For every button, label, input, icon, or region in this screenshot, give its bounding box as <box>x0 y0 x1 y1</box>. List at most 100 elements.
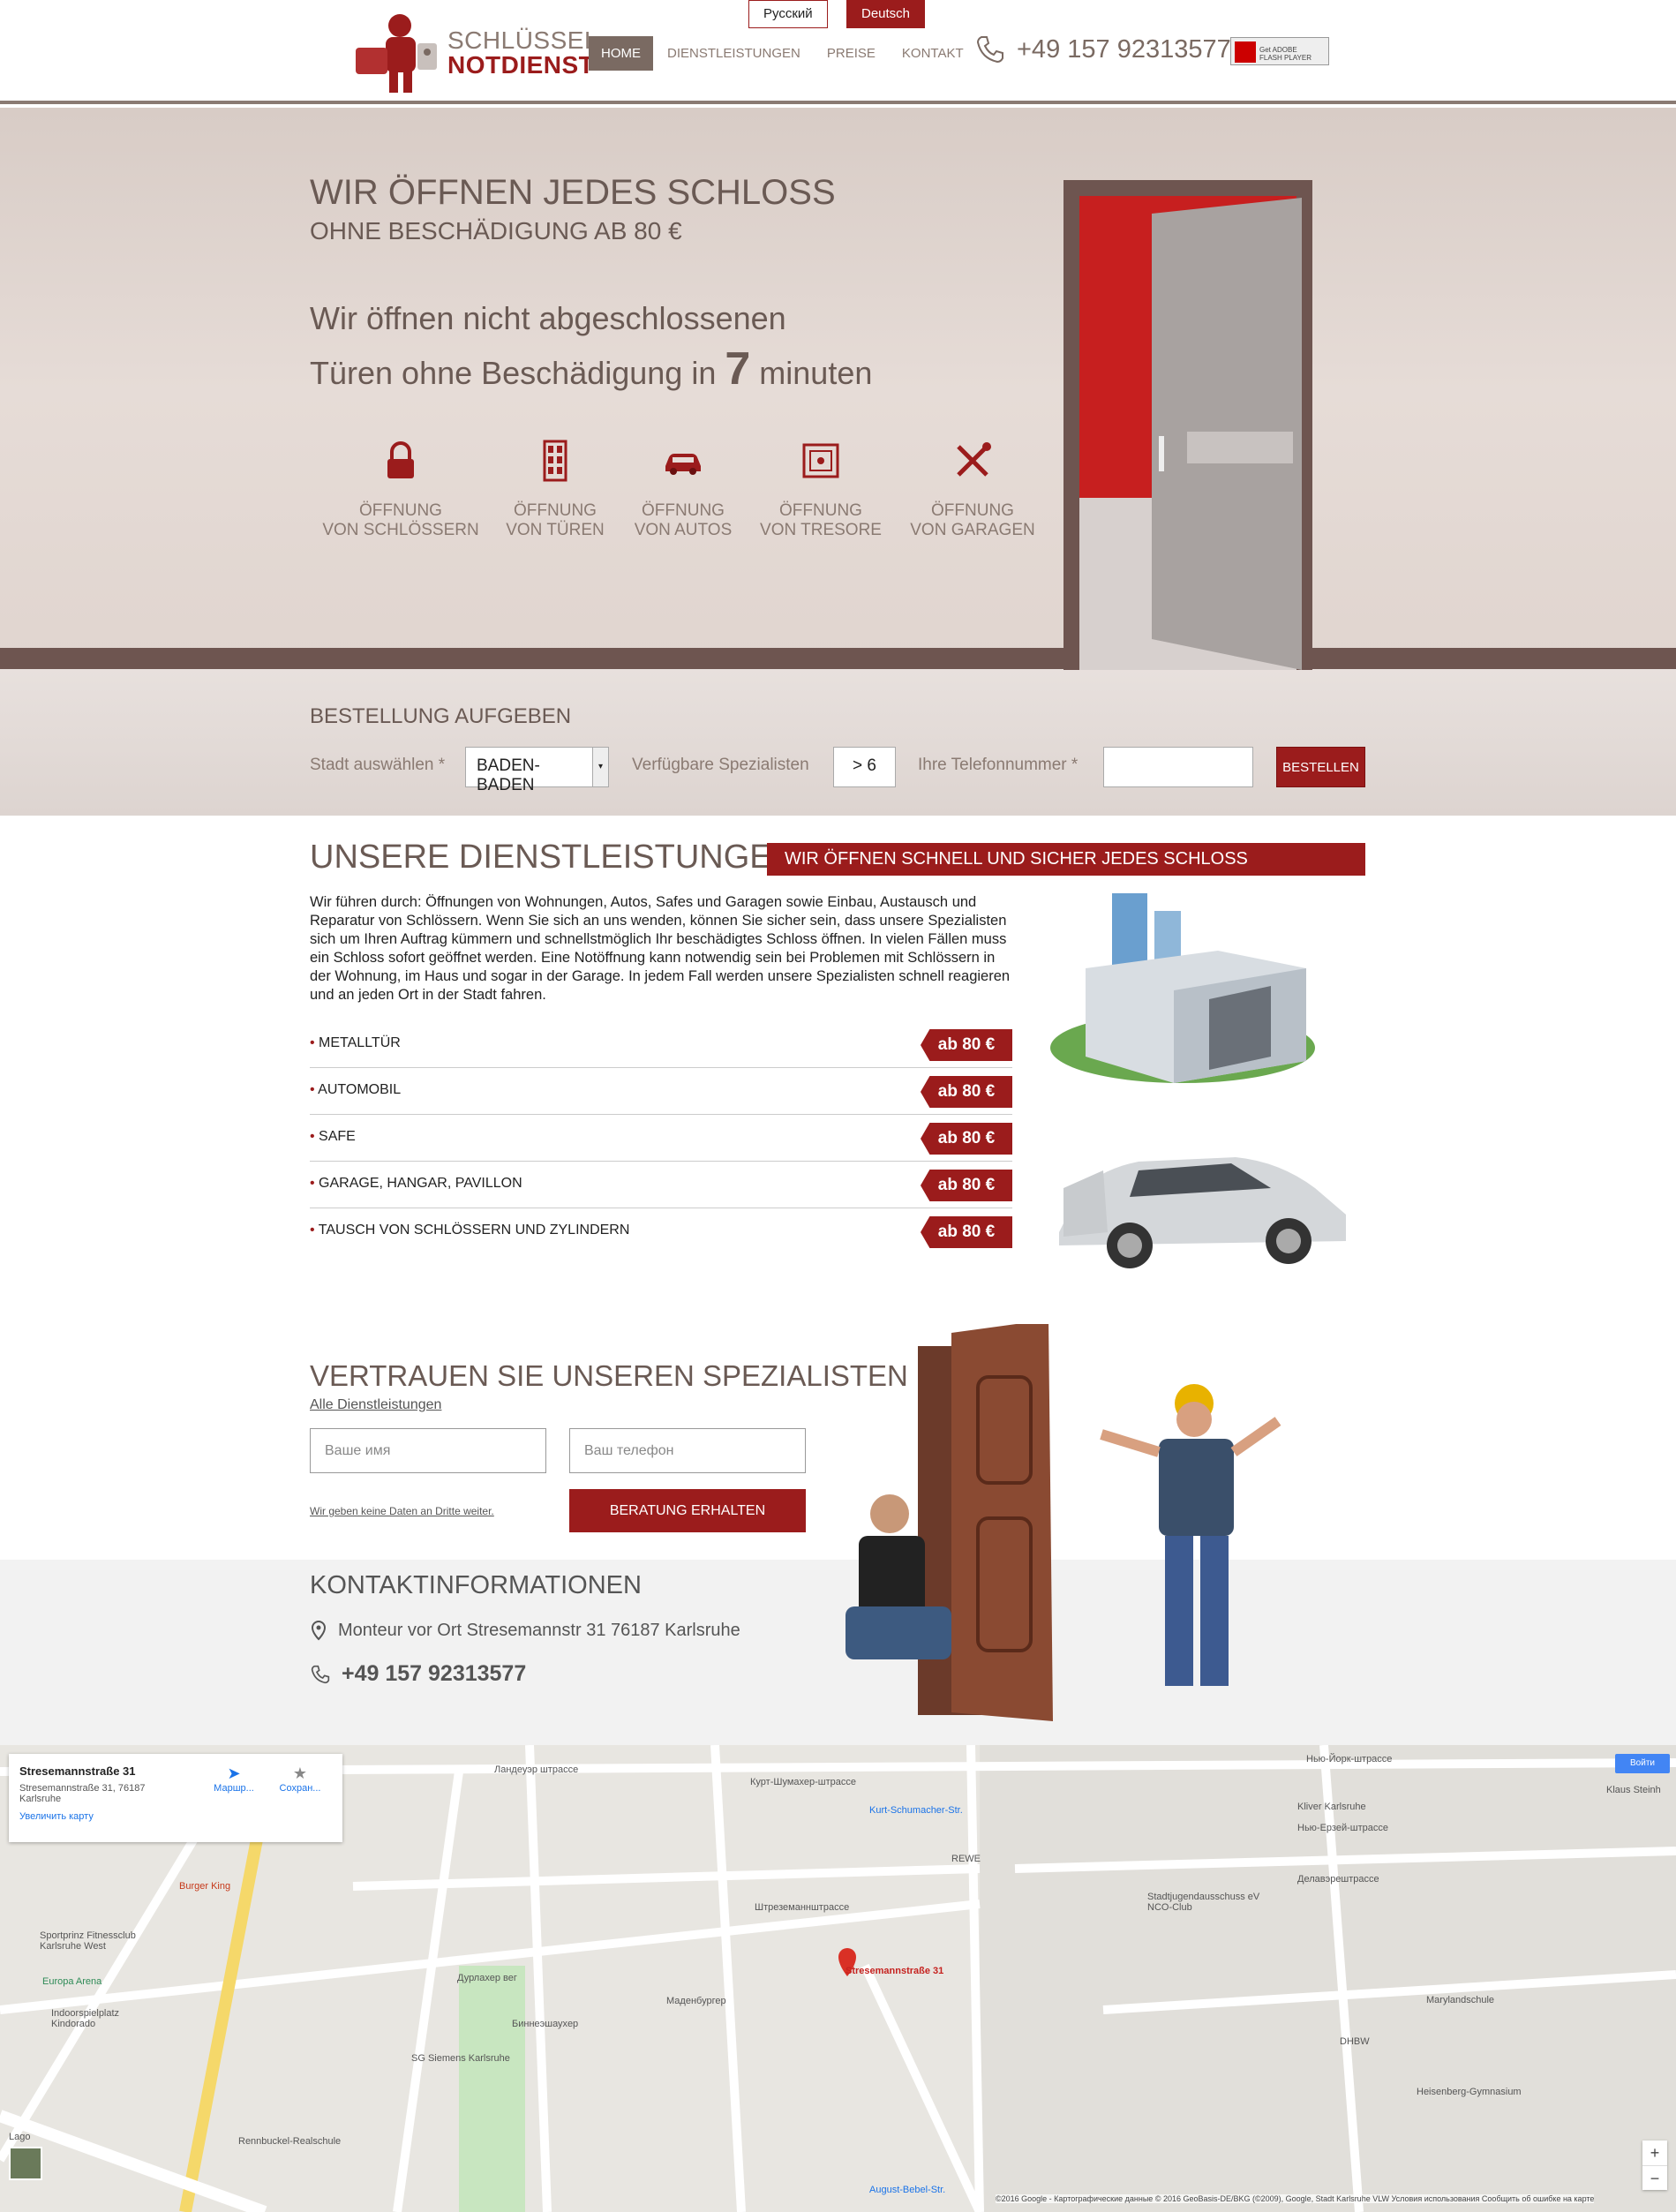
safe-icon <box>802 443 839 478</box>
lang-russian-button[interactable]: Русский <box>748 0 828 28</box>
nav-prices[interactable]: PREISE <box>815 36 888 71</box>
map-place: Burger King <box>179 1881 231 1892</box>
map-street: Делавэрештрассе <box>1297 1874 1379 1885</box>
locksmith-workers-illustration <box>846 1324 1281 1721</box>
consultation-button[interactable]: BERATUNG ERHALTEN <box>569 1489 806 1532</box>
services-description: Wir führen durch: Öffnungen von Wohnunge… <box>310 894 1011 1003</box>
service-price: ab 80 € <box>921 1170 1012 1201</box>
location-pin-icon <box>311 1620 327 1641</box>
hero-baseboard <box>0 648 1676 669</box>
service-name: SAFE <box>310 1129 356 1145</box>
phone-icon <box>311 1665 330 1683</box>
feature-garages[interactable]: ÖFFNUNG VON GARAGEN <box>893 440 1052 540</box>
order-title: BESTELLUNG AUFGEBEN <box>310 704 572 728</box>
feature-label: ÖFFNUNG <box>642 501 725 520</box>
map-street: Биннеэшаухер <box>512 2019 579 2029</box>
map-street: Штреземаннштрассе <box>755 1902 850 1913</box>
location-map[interactable]: Burger King Sportprinz Fitnessclub Karls… <box>0 1745 1676 2212</box>
name-input[interactable]: Ваше имя <box>310 1428 546 1473</box>
feature-autos[interactable]: ÖFFNUNG VON AUTOS <box>604 440 763 540</box>
specialists-label: Verfügbare Spezialisten <box>632 756 809 774</box>
order-button[interactable]: BESTELLEN <box>1276 747 1365 787</box>
city-select[interactable]: BADEN-BADEN ▾ <box>465 747 609 794</box>
map-place: Rennbuckel-Realschule <box>238 2136 342 2147</box>
tools-icon <box>957 442 991 477</box>
service-price: ab 80 € <box>921 1029 1012 1061</box>
hero-line2-pre: Türen ohne Beschädigung in <box>310 355 717 391</box>
service-row[interactable]: TAUSCH VON SCHLÖSSERN UND ZYLINDERN ab 8… <box>310 1208 1012 1255</box>
nav-contact[interactable]: KONTAKT <box>890 36 976 71</box>
flash-player-badge[interactable]: Get ADOBE FLASH PLAYER <box>1230 37 1329 65</box>
garage-illustration <box>1050 893 1315 1083</box>
feature-label: ÖFFNUNG <box>779 501 862 520</box>
logo[interactable]: SCHLÜSSEL NOTDIENST <box>347 12 598 96</box>
feature-label: VON AUTOS <box>634 521 733 539</box>
service-row[interactable]: SAFE ab 80 € <box>310 1115 1012 1162</box>
phone-icon <box>976 36 1003 64</box>
map-place: Europa Arena <box>42 1976 102 1987</box>
nav-services[interactable]: DIENSTLEISTUNGEN <box>655 36 813 71</box>
contact-address: Monteur vor Ort Stresemannstr 31 76187 K… <box>310 1620 740 1641</box>
signin-button[interactable]: Войти <box>1615 1754 1670 1773</box>
map-place: Marylandschule <box>1426 1995 1495 2005</box>
feature-locks[interactable]: ÖFFNUNG VON SCHLÖSSERN <box>321 440 480 540</box>
map-street: Курт-Шумахер-штрассе <box>750 1777 856 1787</box>
privacy-note[interactable]: Wir geben keine Daten an Dritte weiter. <box>310 1505 494 1517</box>
save-button[interactable]: ★ Сохран... <box>274 1764 327 1794</box>
zoom-controls: + − <box>1642 2141 1667 2190</box>
map-place: August-Bebel-Str. <box>869 2185 946 2195</box>
map-street: Дурлахер вег <box>457 1973 517 1983</box>
map-attribution: ©2016 Google - Картографические данные ©… <box>996 2194 1595 2203</box>
header-phone-number: +49 157 92313577 <box>1017 34 1231 64</box>
nav-home[interactable]: HOME <box>589 36 653 71</box>
zoom-out-button[interactable]: − <box>1642 2165 1667 2190</box>
open-door-illustration <box>1063 180 1312 670</box>
logo-line2: NOTDIENST <box>447 51 595 79</box>
order-phone-input[interactable] <box>1103 747 1253 787</box>
service-row[interactable]: AUTOMOBIL ab 80 € <box>310 1068 1012 1115</box>
service-row[interactable]: METALLTÜR ab 80 € <box>310 1021 1012 1068</box>
hero-line1: Wir öffnen nicht abgeschlossenen <box>310 300 786 336</box>
flash-badge-text: Get ADOBE FLASH PLAYER <box>1259 46 1311 62</box>
map-place: Heisenberg-Gymnasium <box>1417 2087 1522 2097</box>
layer-lago-label: Lago <box>9 2132 31 2142</box>
lang-german-button[interactable]: Deutsch <box>846 0 926 28</box>
service-price: ab 80 € <box>921 1216 1012 1248</box>
door-icon <box>543 440 567 482</box>
route-label: Маршр... <box>214 1783 254 1794</box>
specialists-count: > 6 <box>833 747 896 787</box>
map-street: Ландеуэр штрассе <box>494 1764 579 1775</box>
header-phone[interactable]: +49 157 92313577 <box>974 34 1231 65</box>
feature-label: ÖFFNUNG <box>359 501 442 520</box>
map-street: Нью-Ерзей-штрассе <box>1297 1823 1388 1833</box>
site-header: Русский Deutsch SCHLÜSSEL NOTDIENST HOME… <box>0 0 1676 104</box>
feature-label: VON TRESORE <box>760 521 882 539</box>
service-row[interactable]: GARAGE, HANGAR, PAVILLON ab 80 € <box>310 1162 1012 1208</box>
hero-minutes-number: 7 <box>725 343 751 395</box>
route-button[interactable]: ➤ Маршр... <box>207 1764 260 1794</box>
main-nav: HOME DIENSTLEISTUNGEN PREISE KONTAKT <box>589 36 978 71</box>
contact-address-text: Monteur vor Ort Stresemannstr 31 76187 K… <box>338 1620 740 1640</box>
car-illustration <box>1059 1157 1346 1268</box>
phone-label: Ihre Telefonnummer * <box>918 756 1079 774</box>
map-street: Нью-Йорк-штрассе <box>1306 1754 1393 1764</box>
enlarge-map-link[interactable]: Увеличить карту <box>19 1811 332 1822</box>
map-marker-label: Stresemannstraße 31 <box>846 1966 944 1976</box>
zoom-in-button[interactable]: + <box>1642 2141 1667 2165</box>
feature-safes[interactable]: ÖFFNUNG VON TRESORE <box>741 440 900 540</box>
satellite-toggle[interactable] <box>9 2147 42 2180</box>
map-place: Indoorspielplatz Kindorado <box>51 2008 120 2029</box>
contact-phone[interactable]: +49 157 92313577 <box>310 1661 526 1687</box>
feature-label: ÖFFNUNG <box>931 501 1014 520</box>
phone-input[interactable]: Ваш телефон <box>569 1428 806 1473</box>
car-icon <box>665 454 701 475</box>
feature-label: VON GARAGEN <box>910 521 1035 539</box>
map-place: Klaus Steinh <box>1606 1785 1661 1795</box>
padlock-icon <box>387 441 414 478</box>
map-place: DHBW <box>1340 2036 1370 2047</box>
service-price: ab 80 € <box>921 1123 1012 1155</box>
star-icon: ★ <box>292 1764 308 1782</box>
map-place: Kliver Karlsruhe <box>1297 1802 1366 1812</box>
hero-section: WIR ÖFFNEN JEDES SCHLOSS OHNE BESCHÄDIGU… <box>0 108 1676 816</box>
all-services-link[interactable]: Alle Dienstleistungen <box>310 1397 441 1413</box>
